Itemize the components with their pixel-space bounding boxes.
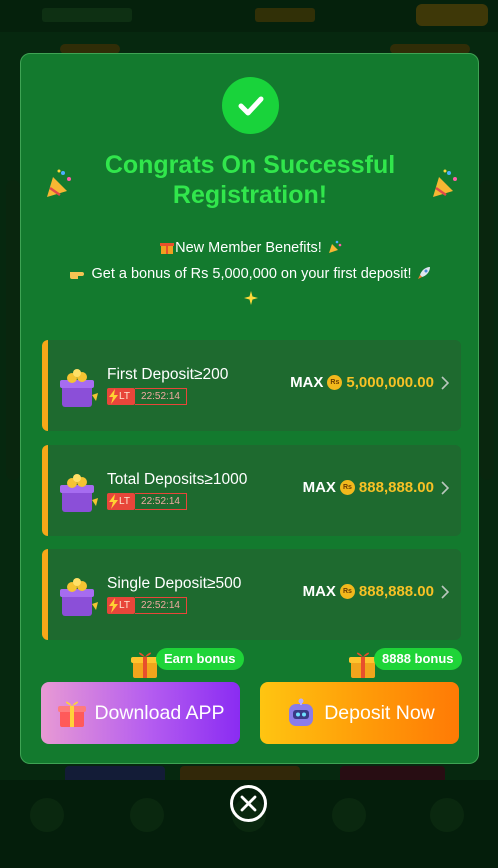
- earn-bonus-tag: Earn bonus: [156, 648, 244, 670]
- card-accent-bar: [42, 445, 48, 536]
- treasure-box-icon: [60, 369, 98, 407]
- benefits-bonus-text: Get a bonus of Rs 5,000,000 on your firs…: [91, 265, 412, 282]
- deposit-condition: Single Deposit≥500: [107, 575, 242, 592]
- rupee-coin-icon: Rs: [339, 480, 355, 495]
- deposit-now-label: Deposit Now: [324, 701, 435, 724]
- deposit-condition: First Deposit≥200: [107, 366, 229, 383]
- benefits-text: New Member Benefits! Get a bonus of Rs 5…: [41, 236, 460, 313]
- bonus-card-single-deposit[interactable]: Single Deposit≥500 LT 22:52:14 MAX Rs 88…: [42, 549, 461, 640]
- deposit-bonus-tag: 8888 bonus: [374, 648, 462, 670]
- gift-emoji-icon: [160, 243, 175, 254]
- rupee-coin-icon: Rs: [339, 584, 355, 599]
- close-button[interactable]: [230, 785, 267, 822]
- chevron-right-icon: [441, 375, 449, 390]
- lightning-icon: [109, 598, 118, 613]
- lightning-icon: [109, 494, 118, 509]
- lightning-icon: [109, 389, 118, 404]
- bonus-card-total-deposits[interactable]: Total Deposits≥1000 LT 22:52:14 MAX Rs 8…: [42, 445, 461, 536]
- party-popper-icon: [433, 169, 457, 197]
- pointing-hand-icon: [70, 271, 85, 279]
- wallet-robot-icon: [289, 698, 314, 726]
- bonus-amount: 5,000,000.00: [346, 374, 434, 391]
- gift-icon: [58, 701, 87, 727]
- gift-icon: [349, 652, 377, 678]
- bonus-card-first-deposit[interactable]: First Deposit≥200 LT 22:52:14 MAX Rs 5,0…: [42, 340, 461, 431]
- treasure-box-icon: [60, 578, 98, 616]
- card-accent-bar: [42, 549, 48, 640]
- chevron-right-icon: [441, 584, 449, 599]
- bonus-amount: 888,888.00: [358, 583, 434, 600]
- benefits-heading: New Member Benefits!: [175, 240, 322, 256]
- modal-title: Congrats On Successful Registration!: [104, 151, 396, 209]
- gift-icon: [131, 652, 159, 678]
- rocket-icon: [417, 266, 430, 279]
- treasure-box-icon: [60, 474, 98, 512]
- deposit-now-button[interactable]: Deposit Now: [260, 682, 459, 744]
- deposit-condition: Total Deposits≥1000: [107, 471, 248, 488]
- rupee-coin-icon: Rs: [327, 375, 343, 390]
- close-icon: [240, 795, 257, 812]
- bonus-amount: 888,888.00: [358, 479, 434, 496]
- party-popper-icon: [328, 240, 342, 253]
- check-circle-icon: [222, 77, 279, 134]
- party-popper-icon: [47, 169, 71, 197]
- download-app-label: Download APP: [94, 701, 225, 724]
- card-accent-bar: [42, 340, 48, 431]
- chevron-right-icon: [441, 480, 449, 495]
- registration-success-modal: Congrats On Successful Registration! New…: [20, 53, 479, 764]
- download-app-button[interactable]: Download APP: [41, 682, 240, 744]
- sparkles-icon: [243, 291, 258, 305]
